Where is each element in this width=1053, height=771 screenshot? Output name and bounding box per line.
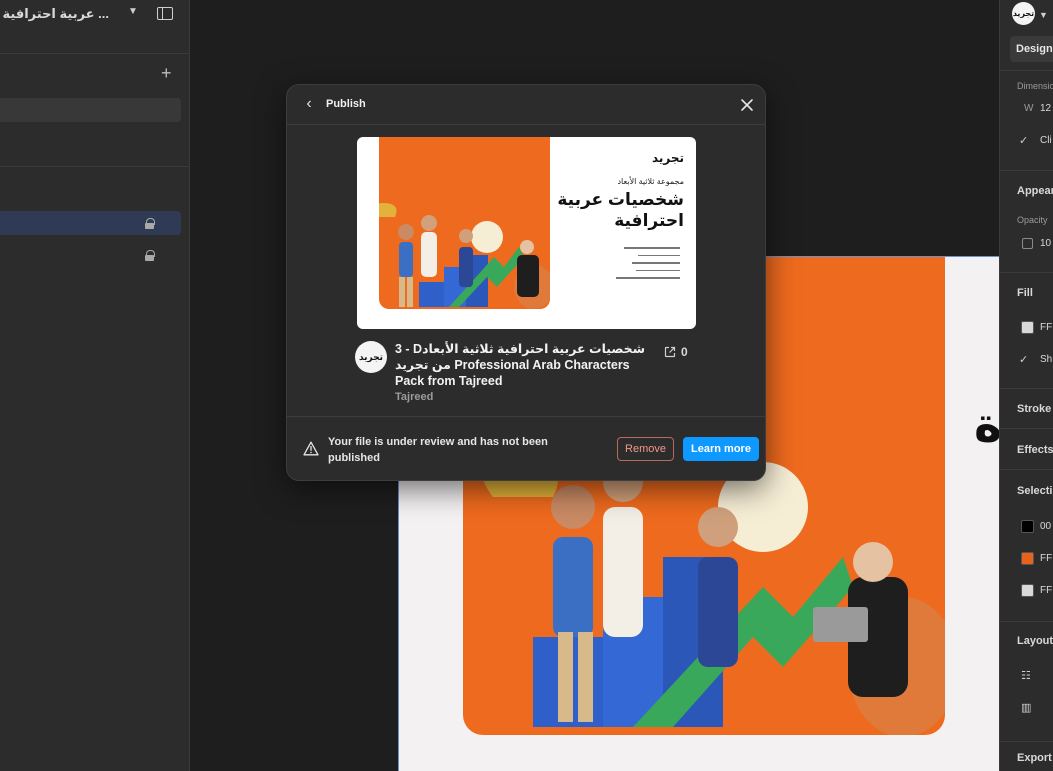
effects-section: Effects (1000, 428, 1053, 469)
fill-label: Fill (1017, 287, 1033, 299)
file-thumbnail: تجريد مجموعة ثلاثية الأبعاد شخصيات عربية… (357, 137, 696, 329)
avatar: تجريد (355, 341, 387, 373)
chevron-down-icon[interactable]: ▼ (128, 6, 138, 17)
thumbnail-subtitle: مجموعة ثلاثية الأبعاد (617, 177, 684, 186)
review-status-message: Your file is under review and has not be… (328, 436, 548, 464)
canvas-heading-fragment: ة (974, 397, 999, 453)
thumbnail-logo: تجريد (651, 151, 684, 165)
selection-color-swatch[interactable] (1021, 552, 1034, 565)
width-prefix: W (1024, 103, 1034, 114)
stroke-section: Stroke (1000, 388, 1053, 428)
learn-more-button[interactable]: Learn more (683, 437, 759, 461)
stroke-label[interactable]: Stroke (1017, 403, 1051, 415)
fill-hex-input[interactable]: FF (1040, 322, 1052, 333)
dialog-title: Publish (326, 98, 366, 110)
lock-icon[interactable] (145, 218, 155, 229)
file-info-row: تجريد 3 - Dشخصيات عربية احترافية ثلاثية … (287, 341, 765, 407)
right-panel: تجريد ▼ Design Dimensions W 12 ✓ Cli App… (999, 0, 1053, 771)
warning-icon (303, 441, 319, 461)
duplicate-count-value: 0 (681, 345, 688, 359)
dimensions-label: Dimensions (1017, 81, 1053, 91)
plus-icon[interactable]: + (161, 64, 172, 82)
thumbnail-title: شخصيات عربية احترافية (557, 190, 684, 230)
left-panel: ... عربية احترافية ثلاثية ▼ + (0, 0, 190, 771)
export-section: Export (1000, 741, 1053, 771)
width-input[interactable]: 12 (1040, 103, 1051, 114)
selection-color-hex[interactable]: FF (1040, 553, 1052, 564)
page-item[interactable] (0, 98, 181, 122)
dialog-footer: Your file is under review and has not be… (287, 416, 765, 480)
fill-section: Fill FF ✓ Sh (1000, 272, 1053, 388)
opacity-label: Opacity (1017, 215, 1048, 225)
publish-dialog: ‹ Publish تجريد مجموعة ثلاثية الأبعاد شخ… (286, 84, 766, 481)
file-author[interactable]: Tajreed (395, 391, 433, 403)
remove-button[interactable]: Remove (617, 437, 674, 461)
left-panel-header: ... عربية احترافية ثلاثية ▼ (0, 0, 189, 54)
effects-label[interactable]: Effects (1017, 444, 1053, 456)
grid-columns-icon[interactable]: ▥ (1021, 701, 1031, 714)
appearance-label: Appear (1017, 185, 1053, 197)
opacity-input[interactable]: 10 (1040, 238, 1051, 249)
layer-item-selected[interactable] (0, 211, 181, 235)
clip-content-label: Cli (1040, 135, 1052, 146)
fill-swatch[interactable] (1021, 321, 1034, 334)
opacity-icon (1022, 238, 1033, 249)
selection-color-hex[interactable]: 00 (1040, 521, 1051, 532)
external-link-icon (664, 346, 676, 358)
export-label[interactable]: Export (1017, 752, 1052, 764)
chevron-left-icon[interactable]: ‹ (299, 95, 319, 115)
thumbnail-feature-list (610, 247, 680, 285)
avatar[interactable]: تجريد (1012, 2, 1035, 25)
file-name: 3 - Dشخصيات عربية احترافية ثلاثية الأبعا… (395, 342, 645, 388)
show-in-exports-label: Sh (1040, 354, 1053, 365)
thumbnail-illustration (373, 203, 554, 309)
duplicate-count: 0 (664, 345, 690, 359)
file-title[interactable]: ... عربية احترافية ثلاثية (0, 6, 109, 22)
layout-grid-label: Layout (1017, 635, 1053, 647)
pages-section: + (0, 54, 189, 167)
thumbnail-orange-panel (373, 137, 554, 309)
selection-colors-label: Selecti (1017, 485, 1053, 497)
dialog-header: ‹ Publish (287, 85, 765, 125)
chevron-down-icon[interactable]: ▼ (1039, 10, 1048, 20)
selection-color-swatch[interactable] (1021, 520, 1034, 533)
selection-colors-section: Selecti 00 FF FF (1000, 469, 1053, 621)
close-icon[interactable] (737, 95, 757, 115)
appearance-section: Appear Opacity 10 (1000, 170, 1053, 272)
grid-rows-icon[interactable]: ☷ (1021, 669, 1031, 682)
layer-item[interactable] (0, 243, 181, 267)
checkbox-check-icon[interactable]: ✓ (1019, 134, 1028, 147)
dimensions-section: Dimensions W 12 ✓ Cli (1000, 70, 1053, 170)
checkbox-check-icon[interactable]: ✓ (1019, 353, 1028, 366)
selection-color-hex[interactable]: FF (1040, 585, 1052, 596)
selection-color-swatch[interactable] (1021, 584, 1034, 597)
lock-icon[interactable] (145, 250, 155, 261)
app-window: ... عربية احترافية ثلاثية ▼ + (0, 0, 1053, 771)
tab-design[interactable]: Design (1010, 36, 1053, 62)
sidebar-toggle-icon[interactable] (157, 7, 173, 20)
layout-grid-section: Layout ☷ ▥ (1000, 621, 1053, 741)
